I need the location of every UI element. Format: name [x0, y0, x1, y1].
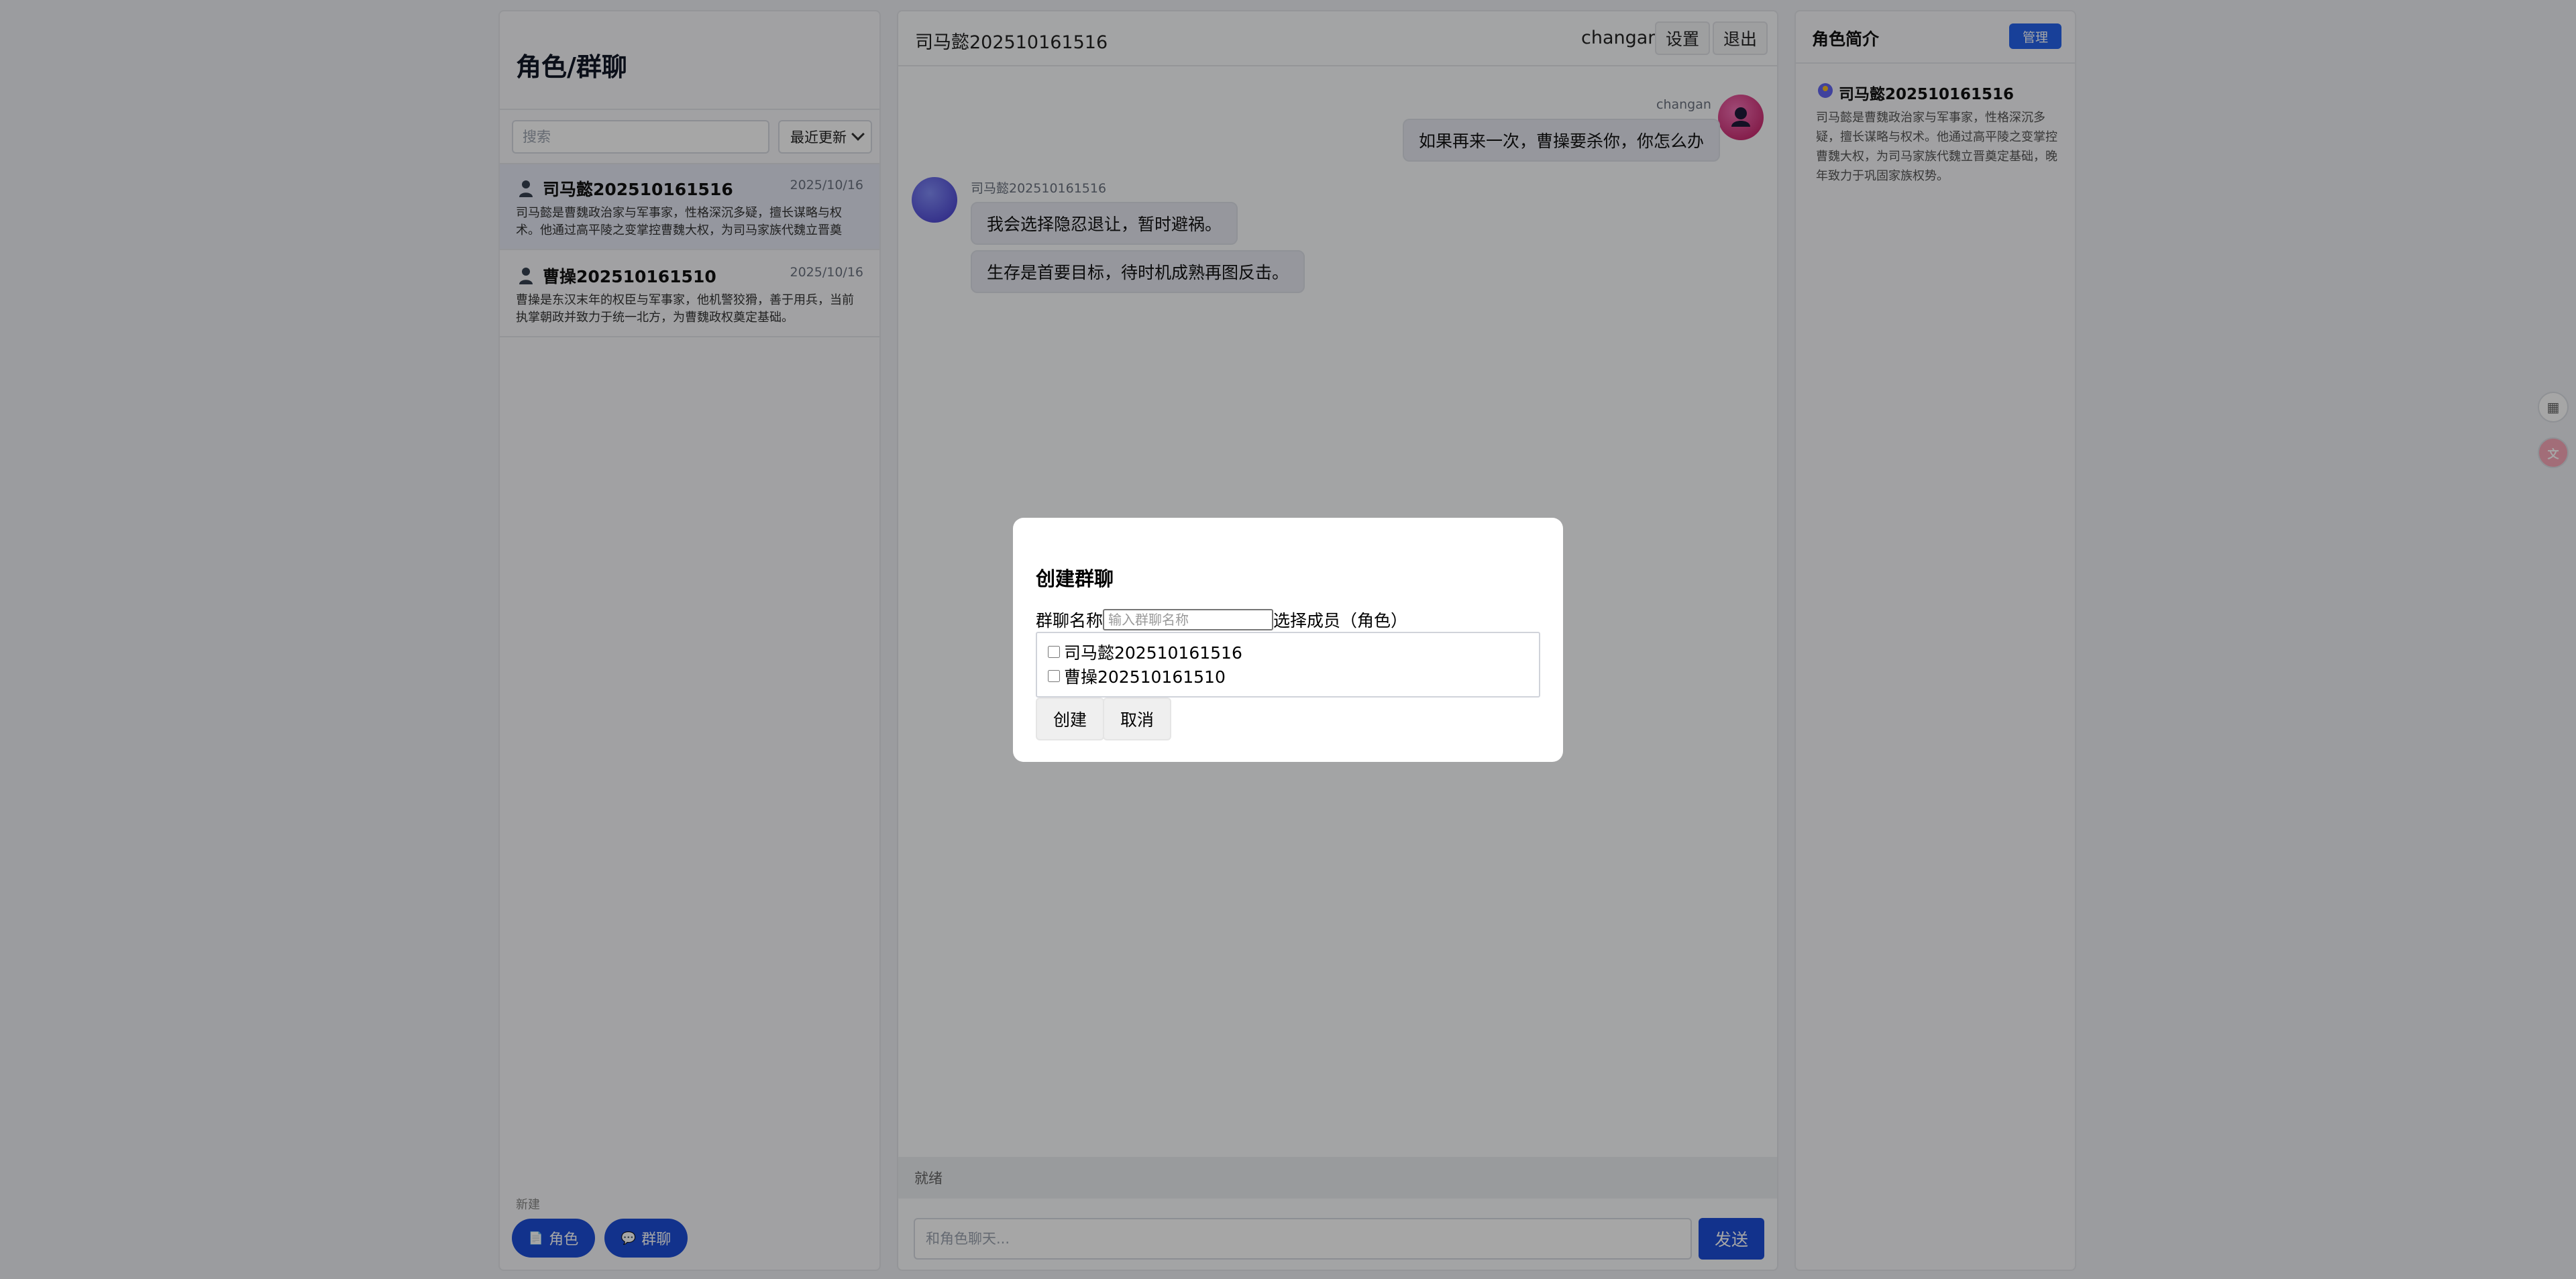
members-list: 司马懿202510161516 曹操202510161510	[1036, 632, 1540, 698]
member-option[interactable]: 曹操202510161510	[1048, 664, 1528, 688]
group-name-label: 群聊名称	[1036, 611, 1104, 630]
member-option[interactable]: 司马懿202510161516	[1048, 640, 1528, 664]
member-name: 曹操202510161510	[1064, 667, 1226, 687]
group-name-input[interactable]	[1103, 609, 1274, 630]
members-label: 选择成员（角色）	[1273, 611, 1408, 630]
dialog-title: 创建群聊	[1036, 567, 1114, 590]
group-name-row: 群聊名称 选择成员（角色）	[1036, 608, 1407, 632]
member-checkbox[interactable]	[1048, 646, 1060, 658]
create-group-dialog: 创建群聊 群聊名称 选择成员（角色） 司马懿202510161516 曹操202…	[1013, 518, 1563, 762]
member-checkbox[interactable]	[1048, 670, 1060, 682]
cancel-button[interactable]: 取消	[1103, 698, 1172, 740]
member-name: 司马懿202510161516	[1064, 643, 1242, 663]
create-button[interactable]: 创建	[1036, 698, 1105, 740]
